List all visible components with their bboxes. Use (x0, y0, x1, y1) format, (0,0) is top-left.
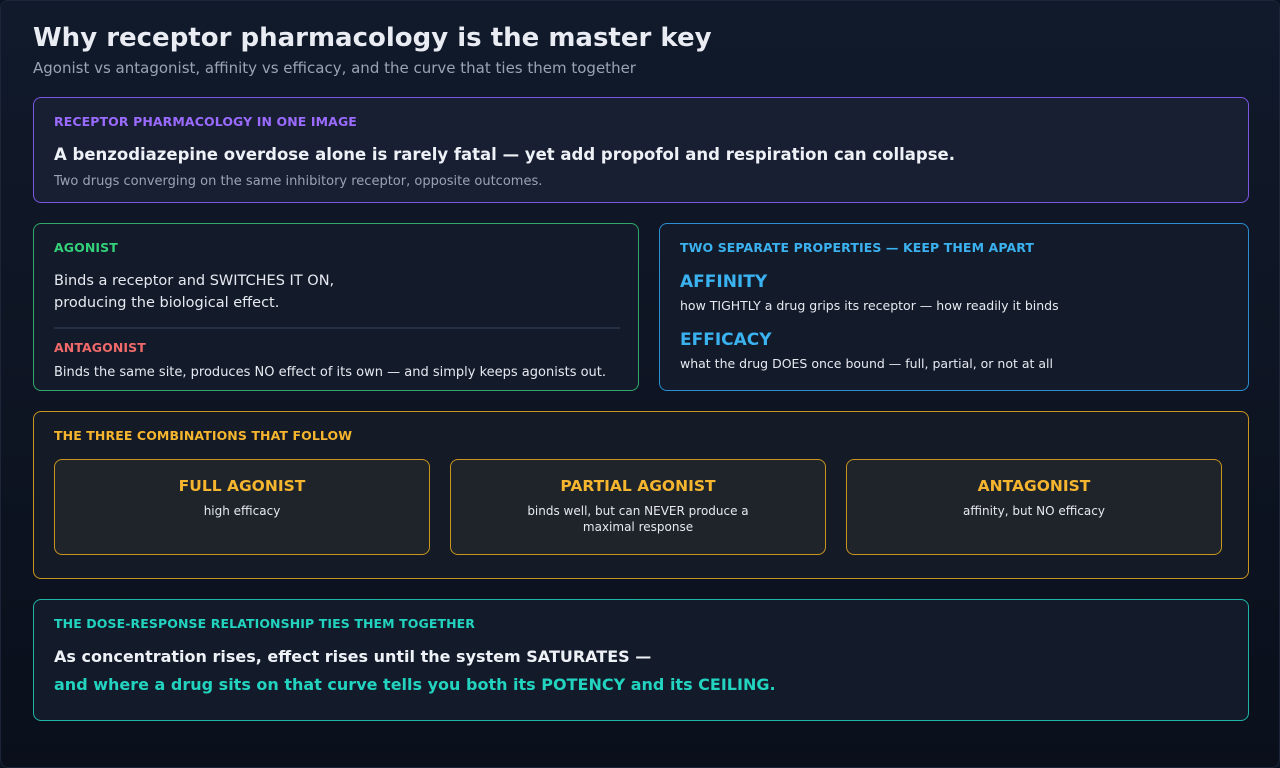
intro-card: RECEPTOR PHARMACOLOGY IN ONE IMAGE A ben… (33, 97, 1249, 203)
roles-divider (54, 327, 620, 329)
roles-card: AGONIST Binds a receptor and SWITCHES IT… (33, 223, 639, 391)
combo-title: PARTIAL AGONIST (560, 477, 716, 495)
combo-title: ANTAGONIST (977, 477, 1091, 495)
combo-title: FULL AGONIST (178, 477, 306, 495)
intro-label: RECEPTOR PHARMACOLOGY IN ONE IMAGE (54, 114, 357, 129)
combo-full-agonist: FULL AGONIST high efficacy (54, 459, 430, 555)
agonist-line-1: Binds a receptor and SWITCHES IT ON, (54, 273, 335, 289)
antagonist-description: Binds the same site, produces NO effect … (54, 365, 607, 380)
properties-label: TWO SEPARATE PROPERTIES — KEEP THEM APAR… (680, 240, 1035, 255)
combo-description: affinity, but NO efficacy (963, 504, 1105, 518)
dose-response-label: THE DOSE-RESPONSE RELATIONSHIP TIES THEM… (54, 616, 476, 631)
combo-antagonist: ANTAGONIST affinity, but NO efficacy (846, 459, 1222, 555)
combinations-label: THE THREE COMBINATIONS THAT FOLLOW (54, 428, 353, 443)
page: Why receptor pharmacology is the master … (0, 0, 1280, 768)
dose-response-line-2: and where a drug sits on that curve tell… (54, 675, 776, 694)
combo-description: high efficacy (203, 504, 281, 518)
combinations-card: THE THREE COMBINATIONS THAT FOLLOW FULL … (33, 411, 1249, 579)
intro-note: Two drugs converging on the same inhibit… (54, 174, 543, 189)
dose-response-card: THE DOSE-RESPONSE RELATIONSHIP TIES THEM… (33, 599, 1249, 721)
antagonist-label: ANTAGONIST (54, 340, 146, 355)
combo-partial-agonist: PARTIAL AGONIST binds well, but can NEVE… (450, 459, 826, 555)
affinity-term: AFFINITY (680, 272, 768, 292)
efficacy-definition: what the drug DOES once bound — full, pa… (680, 356, 1054, 371)
page-subtitle: Agonist vs antagonist, affinity vs effic… (33, 59, 636, 77)
efficacy-term: EFFICACY (680, 330, 772, 350)
agonist-line-2: producing the biological effect. (54, 295, 280, 311)
affinity-definition: how TIGHTLY a drug grips its receptor — … (680, 298, 1059, 313)
properties-card: TWO SEPARATE PROPERTIES — KEEP THEM APAR… (659, 223, 1249, 391)
page-title: Why receptor pharmacology is the master … (33, 23, 712, 53)
agonist-label: AGONIST (54, 240, 118, 255)
dose-response-line-1: As concentration rises, effect rises unt… (54, 647, 652, 666)
intro-headline: A benzodiazepine overdose alone is rarel… (54, 145, 956, 164)
agonist-description: Binds a receptor and SWITCHES IT ON, pro… (54, 270, 334, 314)
combo-description: binds well, but can NEVER produce a maxi… (527, 504, 749, 534)
